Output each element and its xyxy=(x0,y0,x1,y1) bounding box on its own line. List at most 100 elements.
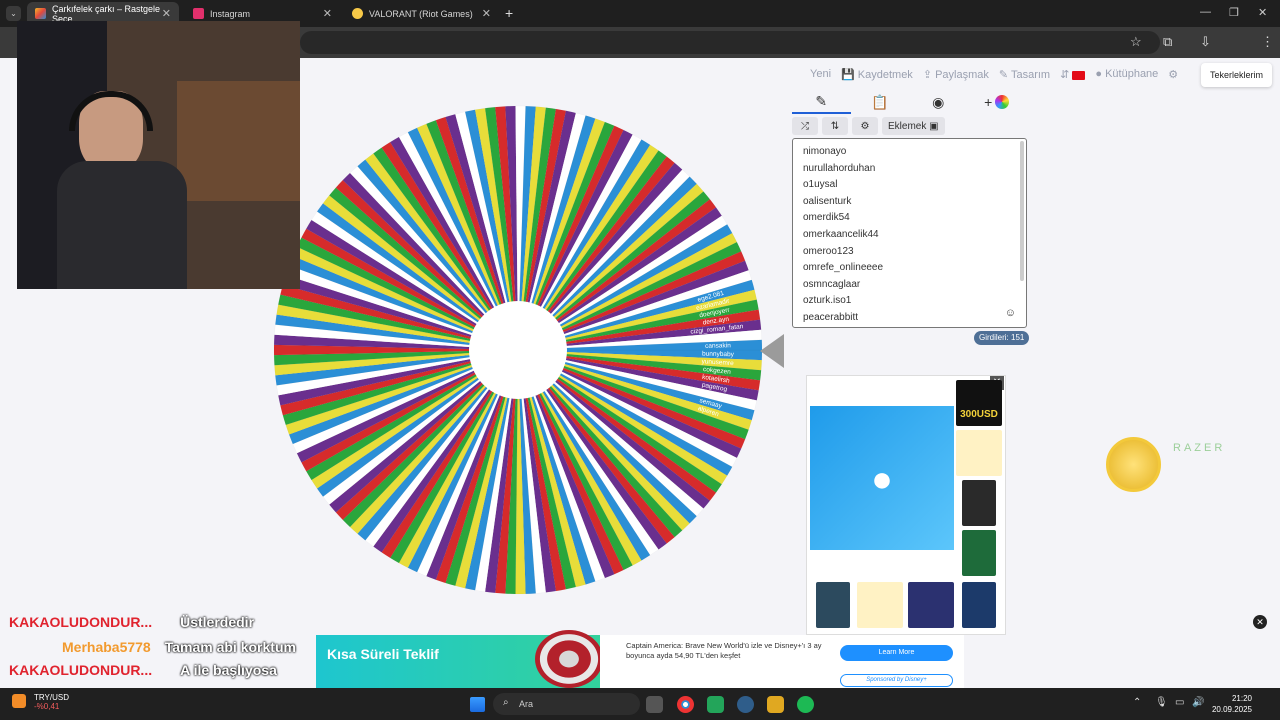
learn-more-button[interactable]: Learn More xyxy=(840,645,953,661)
address-bar[interactable] xyxy=(300,31,1160,54)
entry-count-badge: Girdileri: 151 xyxy=(974,331,1030,345)
app-icon[interactable] xyxy=(737,696,754,713)
microphone-icon[interactable]: 🎙 xyxy=(1155,697,1168,708)
wheel-segment-label: bunnybaby xyxy=(702,351,735,359)
apple-logo-icon: ● xyxy=(871,458,893,499)
top-navigation: Yeni 💾 Kaydetmek ⇪ Paylaşmak ✎ Tasarım ⇵… xyxy=(810,68,1178,81)
nav-library[interactable]: ● Kütüphane xyxy=(1095,68,1158,81)
currency-change: -%0,41 xyxy=(34,702,60,711)
apple-gift-card[interactable]: ● xyxy=(810,406,954,550)
language-flag-icon[interactable]: ⇵ xyxy=(1060,68,1086,81)
game-thumb[interactable] xyxy=(816,582,850,628)
app-icon[interactable] xyxy=(707,696,724,713)
task-view-icon[interactable] xyxy=(646,696,663,713)
results-clipboard-icon[interactable]: 📋 xyxy=(851,90,910,114)
game-thumb[interactable] xyxy=(962,582,996,628)
entry-line[interactable]: nurullahorduhan xyxy=(803,161,1026,178)
gift-card-thumb[interactable] xyxy=(956,430,1002,476)
streamer-body xyxy=(57,161,187,289)
nav-save-label: Kaydetmek xyxy=(857,69,913,81)
tray-chevron-icon[interactable]: ⌃ xyxy=(1133,697,1141,708)
close-icon[interactable]: ✕ xyxy=(162,7,171,20)
restore-icon[interactable]: ❐ xyxy=(1229,6,1239,19)
banner-close-icon[interactable]: ✕ xyxy=(1253,615,1267,629)
nav-design-label: Tasarım xyxy=(1010,69,1051,81)
game-thumb[interactable] xyxy=(908,582,954,628)
webcam-overlay xyxy=(17,21,300,289)
entry-line[interactable]: omeroo123 xyxy=(803,244,1026,261)
chat-message: KAKAOLUDONDUR... A ile başlıyosa xyxy=(9,659,277,681)
sort-button[interactable]: ⇅ xyxy=(822,117,848,135)
nav-library-label: Kütüphane xyxy=(1105,68,1159,80)
chat-text: Üstlerdedir xyxy=(180,614,255,630)
entry-line[interactable]: omerkaancelik44 xyxy=(803,227,1026,244)
app-icon[interactable] xyxy=(767,696,784,713)
clock-time: 21:20 xyxy=(1231,694,1252,703)
add-color-icon[interactable]: + xyxy=(968,90,1027,114)
entry-line[interactable]: nimonayo xyxy=(803,144,1026,161)
entry-line[interactable]: omerdik54 xyxy=(803,210,1026,227)
entry-line[interactable]: oalisenturk xyxy=(803,194,1026,211)
windows-start-icon[interactable] xyxy=(470,697,485,712)
chat-username: Merhaba5778 xyxy=(62,639,151,655)
taskbar-clock[interactable]: 21:20 20.09.2025 xyxy=(1200,693,1252,715)
minimize-icon[interactable]: — xyxy=(1200,6,1211,18)
nav-share-label: Paylaşmak xyxy=(935,69,989,81)
search-placeholder: Ara xyxy=(519,699,534,709)
tab-valorant[interactable]: VALORANT (Riot Games) ✕ xyxy=(344,2,499,25)
shuffle-button[interactable]: ⤮ xyxy=(792,117,818,135)
star-icon[interactable]: ☆ xyxy=(1130,34,1142,50)
entry-line[interactable]: omrefe_onlineeee xyxy=(803,260,1026,277)
chat-message: Merhaba5778 Tamam abi korktum xyxy=(62,636,296,658)
edit-pencil-icon[interactable]: ✎ xyxy=(792,90,851,114)
entry-line[interactable]: osmncaglaar xyxy=(803,277,1026,294)
add-image-button[interactable]: Eklemek ▣ xyxy=(882,117,945,135)
advanced-settings-button[interactable]: ⚙ xyxy=(852,117,878,135)
nav-share[interactable]: ⇪ Paylaşmak xyxy=(923,68,989,81)
wheel-center-hub[interactable] xyxy=(469,301,567,399)
entry-line[interactable]: ozturk.iso1 xyxy=(803,293,1026,310)
spin-wheel[interactable]: ege2.081ezarlamadirdoenjoyerrdenz.aynciz… xyxy=(272,104,764,596)
my-wheels-button[interactable]: Tekerleklerim xyxy=(1201,63,1272,87)
downloads-icon[interactable]: ⇩ xyxy=(1200,34,1211,50)
wheel-favicon-icon xyxy=(35,8,46,19)
razer-gold-coin-icon[interactable] xyxy=(1106,437,1161,492)
settings-icon[interactable]: ⚙ xyxy=(1168,68,1178,81)
gift-card-thumb[interactable] xyxy=(962,480,996,526)
cabinet xyxy=(177,81,300,201)
taskbar-search-input[interactable]: Ara xyxy=(493,693,640,715)
entry-line[interactable]: o1uysal xyxy=(803,177,1026,194)
close-icon[interactable]: ✕ xyxy=(323,7,332,20)
gift-card-thumb[interactable]: 300USD xyxy=(956,380,1002,426)
wheel-pointer-icon xyxy=(760,334,784,368)
panel-tabs: ✎ 📋 ◉ + xyxy=(792,90,1026,114)
tab-search-icon[interactable]: ⌄ xyxy=(6,6,21,21)
game-thumb[interactable] xyxy=(857,582,903,628)
entries-scrollbar[interactable] xyxy=(1020,141,1024,281)
close-icon[interactable]: ✕ xyxy=(482,7,491,20)
chart-icon xyxy=(12,694,26,708)
sponsored-label: Sponsored by Disney+ xyxy=(840,674,953,687)
banner-title: Kısa Süreli Teklif xyxy=(327,646,439,662)
tab-title: Instagram xyxy=(210,8,251,19)
currency-pair: TRY/USD xyxy=(34,693,69,702)
nav-design[interactable]: ✎ Tasarım xyxy=(999,68,1050,81)
entries-textarea[interactable]: nimonayo nurullahorduhan o1uysal oalisentur… xyxy=(792,138,1027,328)
window-close-icon[interactable]: ✕ xyxy=(1258,6,1267,19)
menu-icon[interactable]: ⋮ xyxy=(1261,34,1274,50)
entry-line[interactable]: peacerabbitt xyxy=(803,310,1026,327)
extensions-icon[interactable]: ⧉ xyxy=(1163,34,1172,50)
chat-username: KAKAOLUDONDUR... xyxy=(9,662,153,678)
new-tab-button[interactable]: + xyxy=(505,5,513,21)
entries-list: nimonayo nurullahorduhan o1uysal oalisentur… xyxy=(803,144,1026,327)
emoji-icon[interactable]: ☺ xyxy=(1005,307,1016,319)
tab-title: VALORANT (Riot Games) xyxy=(369,8,473,19)
hide-eye-icon[interactable]: ◉ xyxy=(909,90,968,114)
captain-america-shield-icon xyxy=(535,630,603,688)
spotify-icon[interactable] xyxy=(797,696,814,713)
gift-card-thumb[interactable] xyxy=(962,530,996,576)
nav-new[interactable]: Yeni xyxy=(810,68,831,81)
network-icon[interactable]: ▭ xyxy=(1175,697,1184,708)
nav-save[interactable]: 💾 Kaydetmek xyxy=(841,68,913,81)
chrome-icon[interactable] xyxy=(677,696,694,713)
